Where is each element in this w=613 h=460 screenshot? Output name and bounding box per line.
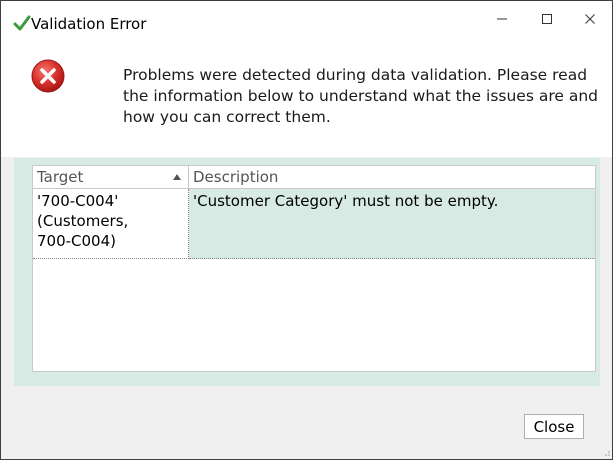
close-icon (585, 14, 595, 24)
column-header-description[interactable]: Description (189, 166, 595, 188)
maximize-icon (542, 14, 552, 24)
maximize-button[interactable] (524, 1, 570, 37)
column-header-label: Description (193, 168, 279, 186)
column-header-target[interactable]: Target (33, 166, 189, 188)
validation-grid[interactable]: Target Description '700-C004' (Customers… (32, 165, 596, 372)
minimize-icon (497, 18, 507, 20)
checkmark-icon (13, 15, 31, 31)
cell-description[interactable]: 'Customer Category' must not be empty. (189, 189, 595, 259)
close-window-button[interactable] (567, 1, 613, 37)
resize-grip-icon[interactable] (601, 447, 611, 457)
grid-panel: Target Description '700-C004' (Customers… (14, 158, 600, 386)
sort-ascending-icon (173, 174, 181, 180)
column-header-label: Target (37, 168, 84, 186)
grid-header: Target Description (33, 166, 595, 189)
message-header: Problems were detected during data valid… (1, 51, 612, 157)
window-title: Validation Error (31, 15, 147, 33)
title-bar[interactable]: Validation Error (1, 1, 612, 51)
error-icon (31, 59, 65, 93)
validation-error-dialog: Validation Error Problems were detected … (0, 0, 613, 460)
minimize-button[interactable] (479, 1, 525, 37)
cell-target[interactable]: '700-C004' (Customers, 700-C004) (33, 189, 189, 259)
table-row[interactable]: '700-C004' (Customers, 700-C004) 'Custom… (33, 189, 595, 260)
validation-message: Problems were detected during data valid… (123, 66, 598, 126)
close-button[interactable]: Close (524, 414, 584, 439)
